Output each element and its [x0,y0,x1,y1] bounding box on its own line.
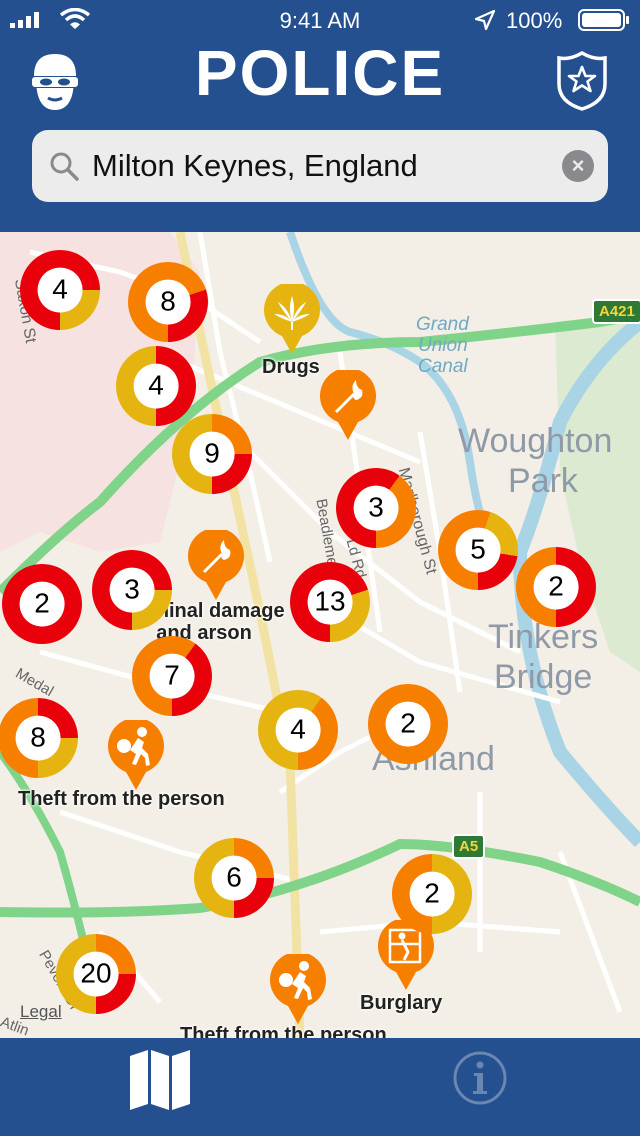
crime-cluster-marker[interactable]: 8 [0,698,78,778]
crime-cluster-marker[interactable]: 2 [368,684,448,764]
crime-cluster-marker[interactable]: 6 [194,838,274,918]
pin-shape [320,367,376,440]
pin-label-burglary: Burglary [360,992,443,1014]
cluster-count: 2 [19,581,65,627]
police-badge-icon[interactable] [556,50,608,112]
road-shield-a5: A5 [452,834,486,859]
cluster-count: 3 [109,567,155,613]
place-label-grand: Grand [416,314,469,335]
crime-cluster-marker[interactable]: 2 [2,564,82,644]
tab-bar [0,1038,640,1136]
cluster-count: 4 [133,363,179,409]
pin-shape [188,527,244,600]
cluster-count: 2 [533,564,579,610]
cluster-count: 8 [145,279,191,325]
cluster-count: 5 [455,527,501,573]
cluster-count: 4 [275,707,321,753]
map-icon[interactable] [128,1048,192,1112]
road-shield-a421: A421 [592,299,640,324]
crime-pin-drugs[interactable] [264,281,320,356]
cluster-count: 7 [149,653,195,699]
header: 9:41 AM 100% POLICE × [0,0,640,232]
place-label-bridge: Bridge [494,658,593,696]
battery-icon [578,9,629,31]
crime-cluster-marker[interactable]: 2 [516,547,596,627]
magnifier-icon [50,152,79,181]
location-arrow-icon [474,9,496,31]
crime-pin-arson-top[interactable] [320,367,376,442]
crime-cluster-marker[interactable]: 4 [258,690,338,770]
crime-cluster-marker[interactable]: 20 [56,934,136,1014]
place-label-park: Park [508,462,578,500]
page-title: POLICE [194,37,446,109]
search-bar: × [32,130,608,202]
cluster-count: 4 [37,267,83,313]
pin-label-theft-2: Theft from the person [180,1024,387,1038]
cluster-count: 2 [409,871,455,917]
crime-cluster-marker[interactable]: 5 [438,510,518,590]
crime-cluster-marker[interactable]: 3 [92,550,172,630]
map-view[interactable]: A421 A5 Grand Union Canal Woughton Park … [0,232,640,1038]
crime-cluster-marker[interactable]: 2 [392,854,472,934]
pin-label-theft: Theft from the person [18,788,225,810]
cluster-count: 20 [73,951,119,997]
place-label-union: Union [418,335,468,356]
cluster-count: 6 [211,855,257,901]
cluster-count: 3 [353,485,399,531]
info-icon[interactable] [452,1050,508,1106]
battery-percent: 100% [506,8,563,33]
cluster-count: 2 [385,701,431,747]
clear-icon[interactable]: × [562,150,594,182]
crime-cluster-marker[interactable]: 4 [20,250,100,330]
crime-cluster-marker[interactable]: 3 [336,468,416,548]
place-label-woughton: Woughton [458,422,613,460]
legal-link[interactable]: Legal [20,1002,62,1022]
place-label-canal: Canal [418,356,468,377]
pin-label-drugs: Drugs [262,356,320,378]
cluster-count: 13 [307,579,353,625]
crime-pin-theft[interactable] [108,717,164,792]
crime-cluster-marker[interactable]: 4 [116,346,196,426]
cluster-count: 9 [189,431,235,477]
crime-cluster-marker[interactable]: 13 [290,562,370,642]
crime-cluster-marker[interactable]: 8 [128,262,208,342]
cluster-count: 8 [15,715,61,761]
crime-cluster-marker[interactable]: 7 [132,636,212,716]
crime-pin-arson[interactable] [188,527,244,602]
status-bar: 9:41 AM 100% [0,0,640,40]
crime-pin-theft-2[interactable] [270,951,326,1026]
search-input[interactable] [92,140,532,192]
crime-cluster-marker[interactable]: 9 [172,414,252,494]
